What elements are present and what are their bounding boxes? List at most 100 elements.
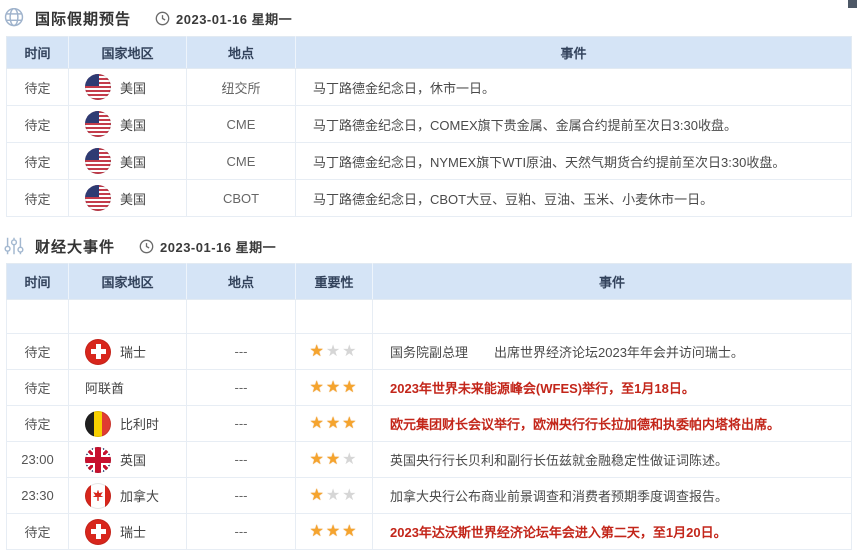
flag-icon xyxy=(85,339,111,365)
event-row: 23:00 英国 --- ★★★ 英国央行行长贝利和副行长伍兹就金融稳定性做证词… xyxy=(7,442,852,478)
star-icon: ★ xyxy=(326,451,342,468)
flag-icon xyxy=(85,483,111,509)
event-cell: 国务院副总理 出席世界经济论坛2023年年会并访问瑞士。 xyxy=(373,334,852,370)
event-cell: 马丁路德金纪念日，休市一日。 xyxy=(296,69,852,106)
flag-icon xyxy=(85,411,111,437)
time-cell: 23:30 xyxy=(7,478,69,514)
place-cell: --- xyxy=(187,370,296,406)
time-cell: 待定 xyxy=(7,106,69,143)
star-icon: ★ xyxy=(326,379,342,396)
star-icon: ★ xyxy=(342,487,358,504)
importance-cell: ★★★ xyxy=(296,370,373,406)
place-cell: CME xyxy=(187,106,296,143)
col-time: 时间 xyxy=(7,37,69,69)
importance-cell: ★★★ xyxy=(296,334,373,370)
importance-stars: ★★★ xyxy=(309,415,358,432)
col-event: 事件 xyxy=(373,264,852,300)
flag-icon xyxy=(85,74,111,100)
star-icon: ★ xyxy=(342,523,358,540)
event-text: 欧元集团财长会议举行，欧洲央行行长拉加德和执委帕内塔将出席。 xyxy=(390,417,780,432)
place-cell: CME xyxy=(187,143,296,180)
event-row: 待定 瑞士 --- ★★★ 国务院副总理 出席世界经济论坛2023年年会并访问瑞… xyxy=(7,334,852,370)
country-cell: 美国 xyxy=(69,69,187,106)
star-icon: ★ xyxy=(342,451,358,468)
time-cell: 待定 xyxy=(7,334,69,370)
col-time: 时间 xyxy=(7,264,69,300)
importance-cell xyxy=(296,300,373,334)
importance-stars: ★★★ xyxy=(309,343,358,360)
holiday-table: 时间 国家地区 地点 事件 待定 美国 纽交所 马丁路德金纪念日，休市一日。 待… xyxy=(6,36,852,217)
importance-stars: ★★★ xyxy=(309,523,358,540)
event-row: 待定 阿联酋 --- ★★★ 2023年世界未来能源峰会(WFES)举行，至1月… xyxy=(7,370,852,406)
star-icon: ★ xyxy=(309,523,325,540)
flag-icon xyxy=(85,519,111,545)
finance-section-header: 财经大事件 2023-01-16 星期一 xyxy=(0,229,857,263)
finance-table: 时间 国家地区 地点 重要性 事件 待定 瑞士 --- ★★★ xyxy=(6,263,852,550)
country-cell: 美国 xyxy=(69,180,187,217)
country-cell: 比利时 xyxy=(69,406,187,442)
event-row: 23:30 加拿大 --- ★★★ 加拿大央行公布商业前景调查和消费者预期季度调… xyxy=(7,478,852,514)
clock-icon xyxy=(139,239,154,254)
sliders-icon xyxy=(3,235,25,257)
holiday-row: 待定 美国 纽交所 马丁路德金纪念日，休市一日。 xyxy=(7,69,852,106)
col-place: 地点 xyxy=(187,264,296,300)
event-text: 加拿大央行公布商业前景调查和消费者预期季度调查报告。 xyxy=(390,489,728,504)
importance-cell: ★★★ xyxy=(296,514,373,550)
country-cell: 加拿大 xyxy=(69,478,187,514)
star-icon: ★ xyxy=(309,379,325,396)
country-label: 加拿大 xyxy=(120,486,159,505)
place-cell: --- xyxy=(187,442,296,478)
time-cell: 待定 xyxy=(7,514,69,550)
event-row-empty xyxy=(7,300,852,334)
country-cell: 阿联酋 xyxy=(69,370,187,406)
importance-stars: ★★★ xyxy=(309,487,358,504)
holiday-section-title: 国际假期预告 xyxy=(35,8,131,29)
event-row: 待定 比利时 --- ★★★ 欧元集团财长会议举行，欧洲央行行长拉加德和执委帕内… xyxy=(7,406,852,442)
country-label: 美国 xyxy=(120,189,146,208)
event-text: 英国央行行长贝利和副行长伍兹就金融稳定性做证词陈述。 xyxy=(390,453,728,468)
event-cell: 马丁路德金纪念日，COMEX旗下贵金属、金属合约提前至次日3:30收盘。 xyxy=(296,106,852,143)
time-cell xyxy=(7,300,69,334)
event-cell: 2023年世界未来能源峰会(WFES)举行，至1月18日。 xyxy=(373,370,852,406)
col-importance: 重要性 xyxy=(296,264,373,300)
country-label: 瑞士 xyxy=(120,342,146,361)
star-icon: ★ xyxy=(342,343,358,360)
time-cell: 待定 xyxy=(7,143,69,180)
holiday-section-header: 国际假期预告 2023-01-16 星期一 xyxy=(0,0,857,36)
place-cell: CBOT xyxy=(187,180,296,217)
holiday-row: 待定 美国 CBOT 马丁路德金纪念日，CBOT大豆、豆粕、豆油、玉米、小麦休市… xyxy=(7,180,852,217)
star-icon: ★ xyxy=(326,523,342,540)
holiday-header-row: 时间 国家地区 地点 事件 xyxy=(7,37,852,69)
globe-icon xyxy=(3,8,25,28)
country-label: 阿联酋 xyxy=(85,378,124,397)
place-cell: --- xyxy=(187,514,296,550)
event-text: 2023年世界未来能源峰会(WFES)举行，至1月18日。 xyxy=(390,381,695,396)
event-cell: 加拿大央行公布商业前景调查和消费者预期季度调查报告。 xyxy=(373,478,852,514)
country-cell xyxy=(69,300,187,334)
star-icon: ★ xyxy=(309,487,325,504)
importance-cell: ★★★ xyxy=(296,478,373,514)
country-label: 瑞士 xyxy=(120,522,146,541)
star-icon: ★ xyxy=(309,415,325,432)
finance-date-text: 2023-01-16 星期一 xyxy=(160,237,276,256)
time-cell: 待定 xyxy=(7,180,69,217)
finance-header-row: 时间 国家地区 地点 重要性 事件 xyxy=(7,264,852,300)
star-icon: ★ xyxy=(309,451,325,468)
col-country: 国家地区 xyxy=(69,37,187,69)
scrollbar-thumb[interactable] xyxy=(848,0,857,8)
star-icon: ★ xyxy=(342,415,358,432)
importance-stars: ★★★ xyxy=(309,451,358,468)
time-cell: 待定 xyxy=(7,406,69,442)
star-icon: ★ xyxy=(326,487,342,504)
time-cell: 待定 xyxy=(7,69,69,106)
place-cell: 纽交所 xyxy=(187,69,296,106)
col-country: 国家地区 xyxy=(69,264,187,300)
country-label: 美国 xyxy=(120,152,146,171)
event-cell xyxy=(373,300,852,334)
importance-cell: ★★★ xyxy=(296,442,373,478)
holiday-date: 2023-01-16 星期一 xyxy=(155,9,292,28)
star-icon: ★ xyxy=(309,343,325,360)
event-text: 国务院副总理 出席世界经济论坛2023年年会并访问瑞士。 xyxy=(390,345,744,360)
event-text: 马丁路德金纪念日，COMEX旗下贵金属、金属合约提前至次日3:30收盘。 xyxy=(313,118,737,133)
importance-cell: ★★★ xyxy=(296,406,373,442)
